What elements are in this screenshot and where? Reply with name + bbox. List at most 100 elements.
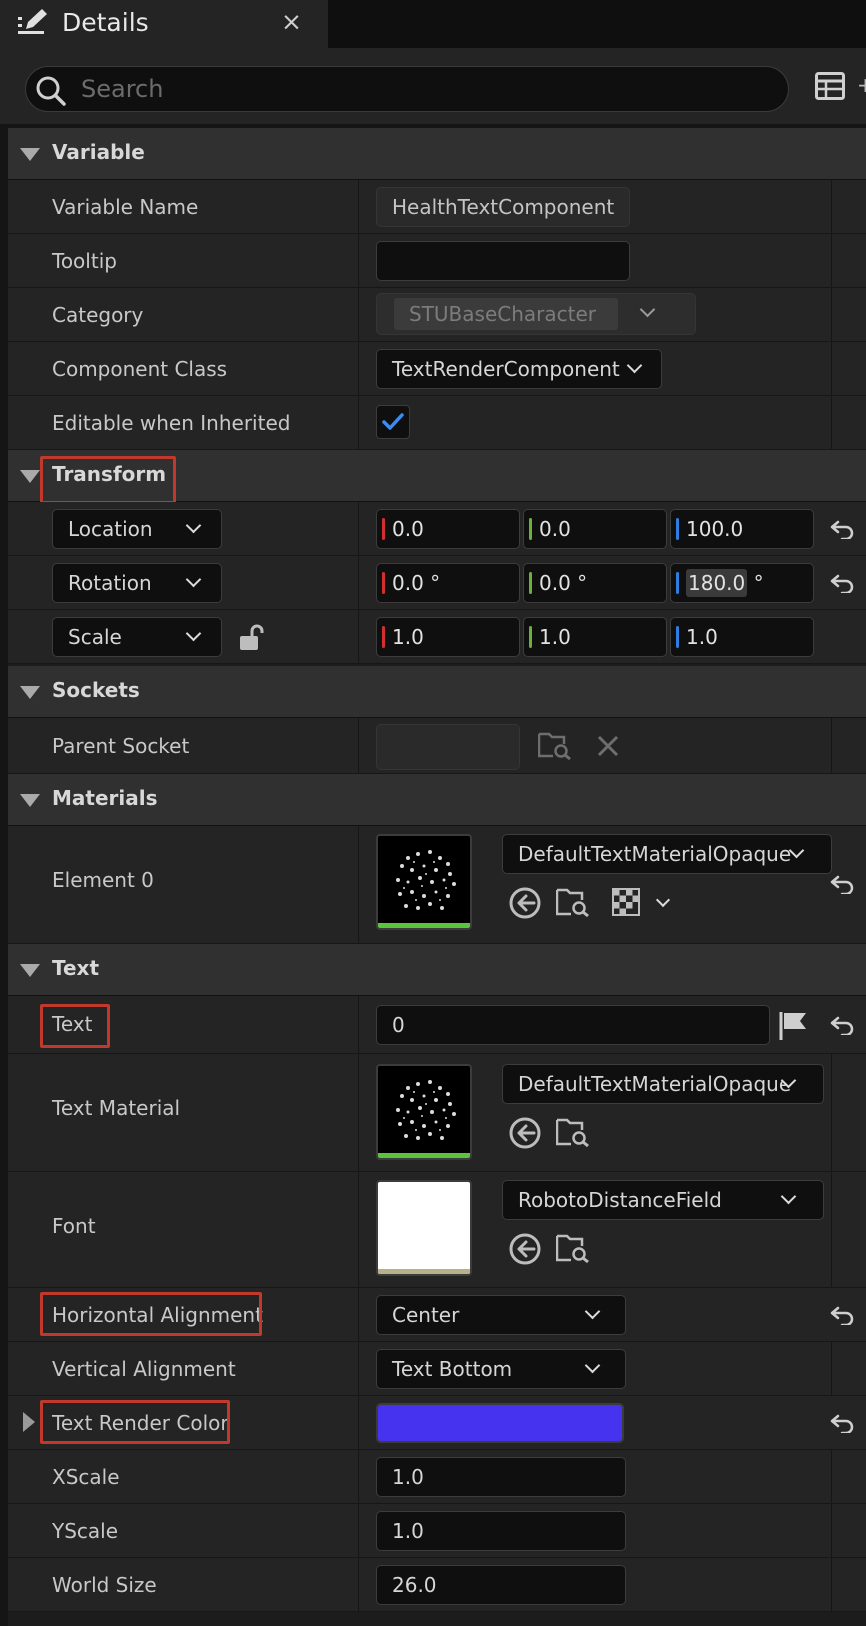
- localization-flag-icon[interactable]: [778, 1010, 810, 1042]
- text-material-dropdown[interactable]: DefaultTextMaterialOpaque: [502, 1064, 824, 1104]
- rotation-z-field[interactable]: 180.0 °: [670, 563, 814, 603]
- rotation-y-field[interactable]: 0.0 °: [523, 563, 667, 603]
- chevron-down-icon[interactable]: [655, 892, 671, 908]
- yscale-field[interactable]: 1.0: [376, 1511, 626, 1551]
- component-class-dropdown[interactable]: TextRenderComponent: [376, 349, 662, 389]
- material-thumbnail[interactable]: [376, 834, 472, 930]
- tooltip-field[interactable]: [376, 241, 630, 281]
- row-tooltip: Tooltip: [8, 234, 866, 288]
- highlight-box: [40, 456, 176, 504]
- element0-material-value: DefaultTextMaterialOpaque: [518, 842, 792, 866]
- browse-asset-icon[interactable]: [556, 886, 590, 918]
- rotation-x-field[interactable]: 0.0 °: [376, 563, 520, 603]
- text-material-thumbnail[interactable]: [376, 1064, 472, 1160]
- section-sockets[interactable]: Sockets: [8, 666, 866, 718]
- location-y-field[interactable]: 0.0: [523, 509, 667, 549]
- element0-material-dropdown[interactable]: DefaultTextMaterialOpaque: [502, 834, 832, 874]
- property-label: YScale: [52, 1519, 119, 1543]
- reset-to-default-icon[interactable]: [830, 1413, 854, 1433]
- chevron-down-icon: [185, 625, 202, 642]
- unlock-icon[interactable]: [238, 623, 264, 651]
- row-yscale: YScale 1.0: [8, 1504, 866, 1558]
- font-dropdown[interactable]: RobotoDistanceField: [502, 1180, 824, 1220]
- xscale-field[interactable]: 1.0: [376, 1457, 626, 1497]
- parent-socket-field[interactable]: [376, 724, 520, 770]
- editable-checkbox[interactable]: [376, 405, 410, 439]
- search-bar: +: [0, 48, 866, 124]
- use-selected-asset-icon[interactable]: [508, 1116, 542, 1150]
- row-rotation: Rotation 0.0 ° 0.0 ° 180.0 °: [8, 556, 866, 610]
- row-location: Location 0.0 0.0 100.0: [8, 502, 866, 556]
- section-materials[interactable]: Materials: [8, 774, 866, 826]
- property-label: Parent Socket: [52, 734, 190, 758]
- browse-asset-icon[interactable]: [556, 1232, 590, 1264]
- location-label: Location: [68, 517, 153, 541]
- h-align-value: Center: [392, 1303, 460, 1327]
- search-box: [25, 66, 789, 112]
- browse-socket-icon[interactable]: [538, 730, 572, 760]
- section-title: Text: [52, 956, 100, 980]
- browse-asset-icon[interactable]: [556, 1116, 590, 1148]
- font-value: RobotoDistanceField: [518, 1188, 722, 1212]
- category-value: STUBaseCharacter: [394, 298, 618, 330]
- highlight-box: [40, 1004, 110, 1048]
- chevron-down-icon: [185, 517, 202, 534]
- property-label: Component Class: [52, 357, 228, 381]
- property-label: Font: [52, 1214, 96, 1238]
- scale-mode-dropdown[interactable]: Scale: [52, 617, 222, 657]
- reset-to-default-icon[interactable]: [830, 1305, 854, 1325]
- scale-x-field[interactable]: 1.0: [376, 617, 520, 657]
- collapse-arrow-icon: [20, 470, 40, 483]
- highlight-box: [40, 1400, 230, 1444]
- location-x-field[interactable]: 0.0: [376, 509, 520, 549]
- expand-arrow-icon[interactable]: [22, 1411, 36, 1433]
- settings-icon[interactable]: +: [857, 75, 866, 95]
- world-size-field[interactable]: 26.0: [376, 1565, 626, 1605]
- section-text[interactable]: Text: [8, 944, 866, 996]
- row-vertical-alignment: Vertical Alignment Text Bottom: [8, 1342, 866, 1396]
- section-variable[interactable]: Variable: [8, 128, 866, 180]
- clear-icon[interactable]: [596, 734, 620, 758]
- color-swatch[interactable]: [376, 1403, 624, 1443]
- close-tab-button[interactable]: ×: [281, 8, 302, 36]
- scale-z-field[interactable]: 1.0: [670, 617, 814, 657]
- reset-to-default-icon[interactable]: [830, 874, 854, 894]
- row-xscale: XScale 1.0: [8, 1450, 866, 1504]
- collapse-arrow-icon: [20, 794, 40, 807]
- location-mode-dropdown[interactable]: Location: [52, 509, 222, 549]
- property-label: Tooltip: [52, 249, 117, 273]
- details-tab[interactable]: Details ×: [0, 0, 328, 48]
- row-world-size: World Size 26.0: [8, 1558, 866, 1612]
- location-z-field[interactable]: 100.0: [670, 509, 814, 549]
- collapse-arrow-icon: [20, 964, 40, 977]
- chevron-down-icon: [584, 1303, 601, 1320]
- reset-to-default-icon[interactable]: [830, 573, 854, 593]
- property-label: Text Material: [52, 1096, 181, 1120]
- row-text-material: Text Material DefaultTextMaterialOpaque: [8, 1054, 866, 1172]
- component-class-value: TextRenderComponent: [392, 357, 620, 381]
- asset-type-bar: [378, 923, 470, 928]
- reset-to-default-icon[interactable]: [830, 519, 854, 539]
- font-thumbnail[interactable]: [376, 1180, 472, 1276]
- search-input[interactable]: [81, 73, 771, 105]
- variable-name-field[interactable]: HealthTextComponent: [376, 187, 630, 227]
- property-label: XScale: [52, 1465, 120, 1489]
- chevron-down-icon: [639, 301, 656, 318]
- text-field[interactable]: 0: [376, 1005, 770, 1045]
- tab-title: Details: [62, 8, 149, 37]
- vertical-alignment-dropdown[interactable]: Text Bottom: [376, 1349, 626, 1389]
- reset-to-default-icon[interactable]: [830, 1015, 854, 1035]
- horizontal-alignment-dropdown[interactable]: Center: [376, 1295, 626, 1335]
- use-selected-asset-icon[interactable]: [508, 1232, 542, 1266]
- row-component-class: Component Class TextRenderComponent: [8, 342, 866, 396]
- category-dropdown[interactable]: STUBaseCharacter: [376, 293, 696, 335]
- scale-y-field[interactable]: 1.0: [523, 617, 667, 657]
- rotation-mode-dropdown[interactable]: Rotation: [52, 563, 222, 603]
- use-selected-asset-icon[interactable]: [508, 886, 542, 920]
- chevron-down-icon: [185, 571, 202, 588]
- texture-checker-icon[interactable]: [612, 888, 640, 916]
- checkmark-icon: [382, 413, 404, 430]
- asset-type-bar: [378, 1153, 470, 1158]
- table-view-icon[interactable]: [815, 72, 845, 100]
- chevron-down-icon: [780, 1188, 797, 1205]
